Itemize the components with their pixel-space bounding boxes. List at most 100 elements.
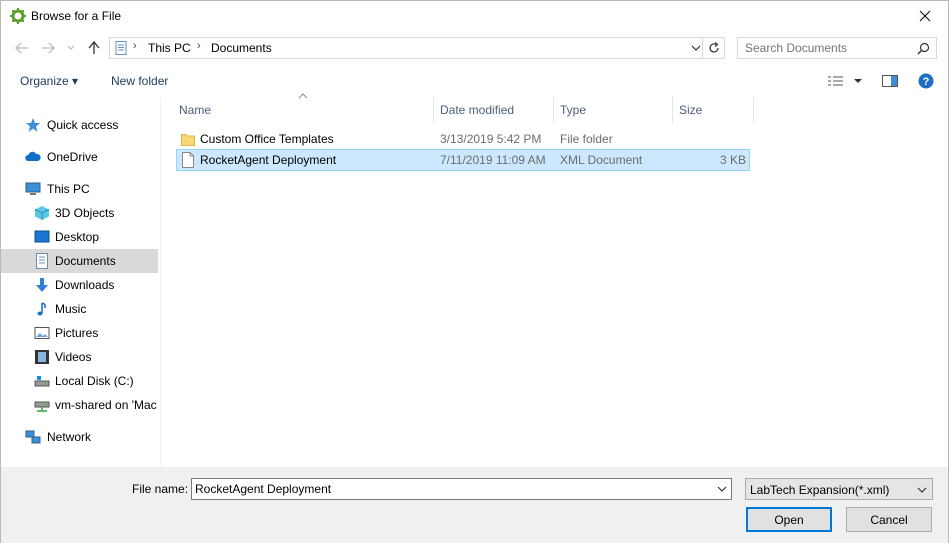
back-button[interactable] — [13, 39, 31, 57]
breadcrumb-this-pc[interactable]: This PC — [148, 41, 191, 55]
file-name-input[interactable] — [192, 479, 712, 499]
sidebar-item-desktop[interactable]: Desktop — [1, 225, 158, 249]
recent-locations-button[interactable] — [65, 39, 77, 57]
sidebar-item-music[interactable]: Music — [1, 297, 158, 321]
column-header-type[interactable]: Type — [554, 97, 672, 123]
sidebar-item-videos[interactable]: Videos — [1, 345, 158, 369]
column-header-label: Type — [560, 103, 587, 117]
window-title: Browse for a File — [31, 9, 122, 23]
sidebar-item-3d-objects[interactable]: 3D Objects — [1, 201, 158, 225]
breadcrumb-separator: › — [197, 40, 201, 52]
breadcrumb-separator: › — [133, 40, 137, 52]
file-name: Custom Office Templates — [200, 132, 334, 146]
star-icon — [26, 118, 40, 132]
document-icon — [36, 253, 48, 269]
preview-pane-button[interactable] — [882, 72, 898, 90]
forward-arrow-icon — [42, 42, 55, 54]
dialog-footer: File name: LabTech Expansion(*.xml) Open… — [1, 467, 948, 543]
column-header-label: Date modified — [440, 103, 515, 117]
gear-app-icon — [10, 8, 26, 24]
column-header-date[interactable]: Date modified — [434, 97, 553, 123]
file-date-modified: 3/13/2019 5:42 PM — [440, 132, 542, 146]
file-date-modified: 7/11/2019 11:09 AM — [440, 153, 546, 167]
sidebar-item-label: Videos — [55, 350, 92, 364]
search-icon[interactable] — [917, 42, 930, 55]
file-type-selected: LabTech Expansion(*.xml) — [750, 483, 890, 497]
sidebar-item-label: Local Disk (C:) — [55, 374, 134, 388]
preview-pane-icon — [882, 75, 898, 87]
sidebar-item-label: vm-shared on 'Mac — [55, 398, 157, 412]
download-arrow-icon — [36, 278, 48, 292]
back-arrow-icon — [15, 42, 28, 54]
close-button[interactable] — [902, 1, 948, 31]
sidebar-item-label: Quick access — [47, 118, 119, 132]
network-drive-icon — [34, 401, 50, 412]
forward-button[interactable] — [39, 39, 57, 57]
refresh-button[interactable] — [703, 37, 725, 59]
change-view-button[interactable] — [827, 72, 863, 90]
svg-text:?: ? — [923, 76, 930, 88]
breadcrumb-documents[interactable]: Documents — [211, 41, 272, 55]
search-input[interactable] — [738, 38, 914, 58]
column-divider[interactable] — [753, 97, 754, 123]
cloud-icon — [25, 151, 41, 161]
sidebar-item-label: Downloads — [55, 278, 115, 292]
sidebar-item-documents[interactable]: Documents — [1, 249, 158, 273]
file-name: RocketAgent Deployment — [200, 153, 337, 167]
sidebar-item-label: Desktop — [55, 230, 100, 244]
file-dialog-window: Browse for a File › This PC › Documents — [0, 0, 949, 543]
chevron-down-icon — [917, 487, 927, 493]
sidebar-item-label: Music — [55, 302, 87, 316]
picture-icon — [34, 327, 50, 339]
folder-icon — [181, 134, 195, 146]
open-button[interactable]: Open — [746, 507, 832, 532]
file-row-selected[interactable]: RocketAgent Deployment 7/11/2019 11:09 A… — [176, 149, 750, 171]
file-name-label: File name: — [132, 482, 189, 496]
sidebar-item-downloads[interactable]: Downloads — [1, 273, 158, 297]
column-header-label: Size — [679, 103, 703, 117]
cancel-button[interactable]: Cancel — [846, 507, 932, 532]
sidebar-item-vm-shared[interactable]: vm-shared on 'Mac — [1, 393, 158, 417]
refresh-icon — [708, 42, 719, 53]
new-folder-button[interactable]: New folder — [111, 74, 168, 88]
search-box[interactable] — [737, 37, 937, 59]
close-icon — [919, 10, 931, 22]
music-note-icon — [37, 302, 46, 316]
sidebar-item-label: Documents — [55, 254, 116, 268]
sidebar-item-label: Network — [47, 430, 92, 444]
xml-document-icon — [182, 152, 194, 168]
column-header-name[interactable]: Name — [173, 97, 433, 123]
desktop-icon — [34, 230, 50, 243]
column-header-size[interactable]: Size — [673, 97, 753, 123]
cube-icon — [34, 206, 50, 220]
sidebar-item-this-pc[interactable]: This PC — [1, 177, 158, 201]
help-button[interactable]: ? — [918, 72, 934, 90]
title-bar: Browse for a File — [1, 1, 948, 31]
document-location-icon — [115, 41, 127, 55]
sidebar-item-network[interactable]: Network — [1, 425, 158, 449]
sidebar-item-quick-access[interactable]: Quick access — [1, 113, 158, 137]
file-name-combobox[interactable] — [191, 478, 732, 500]
sidebar-item-local-disk[interactable]: Local Disk (C:) — [1, 369, 158, 393]
sidebar-item-pictures[interactable]: Pictures — [1, 321, 158, 345]
up-arrow-icon — [88, 41, 100, 54]
details-view-icon — [828, 76, 843, 86]
chevron-down-icon — [854, 79, 862, 83]
navigation-pane: Quick access OneDrive This PC 3D Objects… — [1, 97, 161, 467]
sidebar-item-label: OneDrive — [47, 150, 98, 164]
chevron-down-icon[interactable] — [716, 483, 728, 495]
column-header-label: Name — [179, 103, 212, 117]
address-bar[interactable]: › This PC › Documents — [109, 37, 703, 59]
up-button[interactable] — [85, 39, 103, 57]
sidebar-item-onedrive[interactable]: OneDrive — [1, 145, 158, 169]
computer-icon — [25, 182, 41, 195]
file-row[interactable]: Custom Office Templates 3/13/2019 5:42 P… — [176, 128, 750, 150]
chevron-down-icon — [67, 45, 75, 50]
film-icon — [35, 350, 49, 364]
sidebar-item-label: 3D Objects — [55, 206, 115, 220]
chevron-down-icon[interactable] — [690, 41, 702, 55]
file-type-select[interactable]: LabTech Expansion(*.xml) — [745, 478, 933, 500]
organize-button[interactable]: Organize ▾ — [20, 74, 78, 88]
sidebar-item-label: This PC — [47, 182, 90, 196]
file-type: XML Document — [560, 153, 643, 167]
